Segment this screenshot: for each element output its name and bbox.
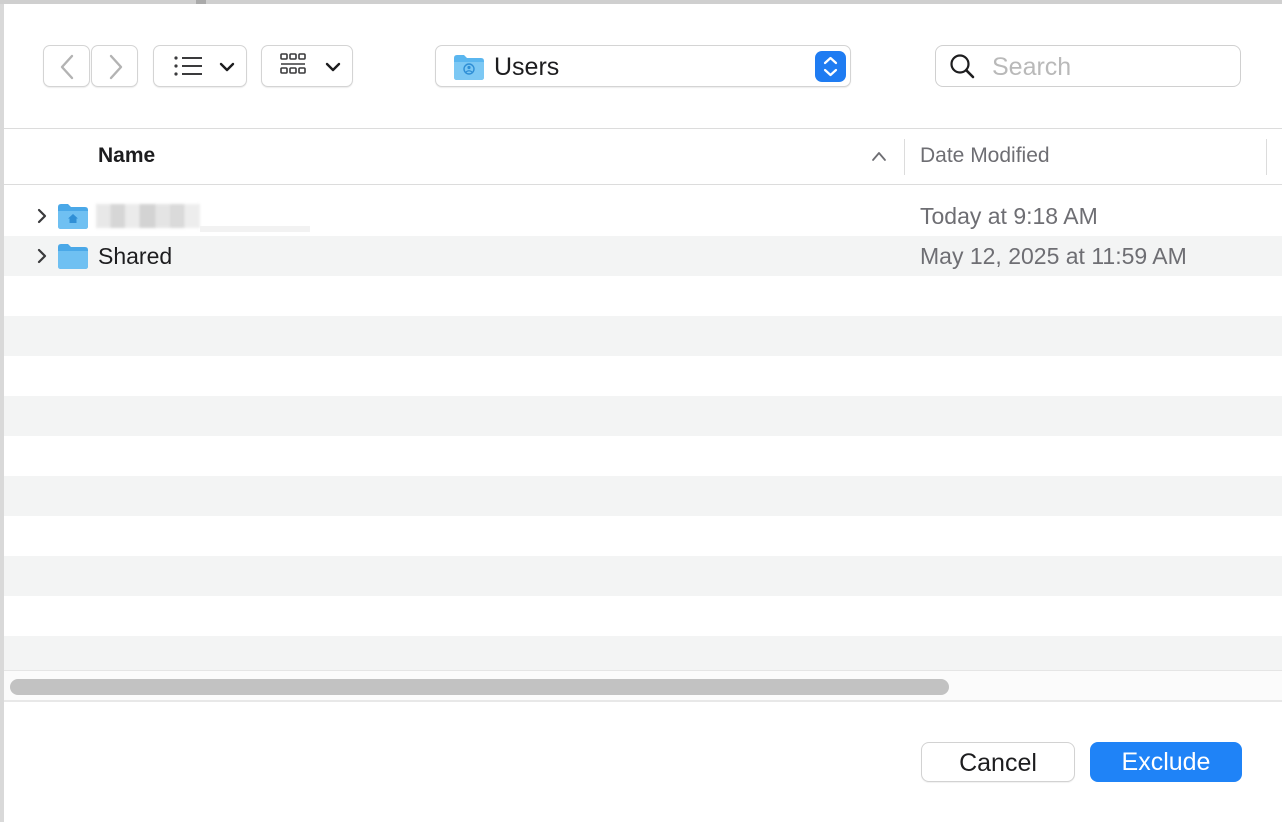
empty-row xyxy=(4,476,1282,516)
column-divider[interactable] xyxy=(1266,139,1267,175)
folder-icon xyxy=(58,244,88,269)
redacted-name xyxy=(96,204,200,228)
empty-row xyxy=(4,556,1282,596)
empty-row xyxy=(4,516,1282,556)
chevron-down-icon xyxy=(325,62,341,72)
disclosure-chevron-icon[interactable] xyxy=(34,207,50,225)
empty-row xyxy=(4,316,1282,356)
group-by-button[interactable] xyxy=(261,45,353,87)
forward-button[interactable] xyxy=(91,45,138,87)
sort-ascending-icon[interactable] xyxy=(870,149,888,163)
user-folder-icon xyxy=(454,55,484,80)
column-header: Name Date Modified xyxy=(4,129,1282,185)
horizontal-scrollbar[interactable] xyxy=(4,670,1282,700)
empty-row xyxy=(4,436,1282,476)
row-name: Shared xyxy=(98,243,173,269)
empty-row xyxy=(4,396,1282,436)
chevron-right-icon xyxy=(109,54,123,80)
file-list: Today at 9:18 AM Shared May 12, 2025 at … xyxy=(4,196,1282,671)
redacted-name-shadow xyxy=(200,226,310,232)
scrollbar-thumb[interactable] xyxy=(10,679,949,695)
column-divider[interactable] xyxy=(904,139,905,175)
empty-row xyxy=(4,276,1282,316)
empty-row xyxy=(4,636,1282,671)
location-popup[interactable]: Users xyxy=(435,45,851,87)
empty-row xyxy=(4,596,1282,636)
window-top-edge xyxy=(0,0,1282,4)
back-button[interactable] xyxy=(43,45,90,87)
popup-stepper-icon xyxy=(815,51,846,82)
search-icon xyxy=(950,54,975,79)
location-label: Users xyxy=(494,53,560,81)
chevron-down-icon xyxy=(219,62,235,72)
empty-row xyxy=(4,356,1282,396)
search-input[interactable] xyxy=(990,51,1234,83)
search-field[interactable] xyxy=(935,45,1241,87)
top-edge-tick xyxy=(196,0,206,4)
cancel-button[interactable]: Cancel xyxy=(921,742,1075,782)
column-date-header[interactable]: Date Modified xyxy=(920,144,1050,168)
grid-icon xyxy=(280,53,306,74)
footer-divider xyxy=(4,700,1282,702)
home-folder-icon xyxy=(58,204,88,229)
row-date: Today at 9:18 AM xyxy=(920,203,1098,229)
row-date: May 12, 2025 at 11:59 AM xyxy=(920,243,1187,269)
disclosure-chevron-icon[interactable] xyxy=(34,247,50,265)
view-mode-button[interactable] xyxy=(153,45,247,87)
exclude-button[interactable]: Exclude xyxy=(1090,742,1242,782)
table-row[interactable]: Shared May 12, 2025 at 11:59 AM xyxy=(4,236,1282,276)
column-name-header[interactable]: Name xyxy=(98,144,155,168)
table-row[interactable]: Today at 9:18 AM xyxy=(4,196,1282,236)
chevron-left-icon xyxy=(60,54,74,80)
